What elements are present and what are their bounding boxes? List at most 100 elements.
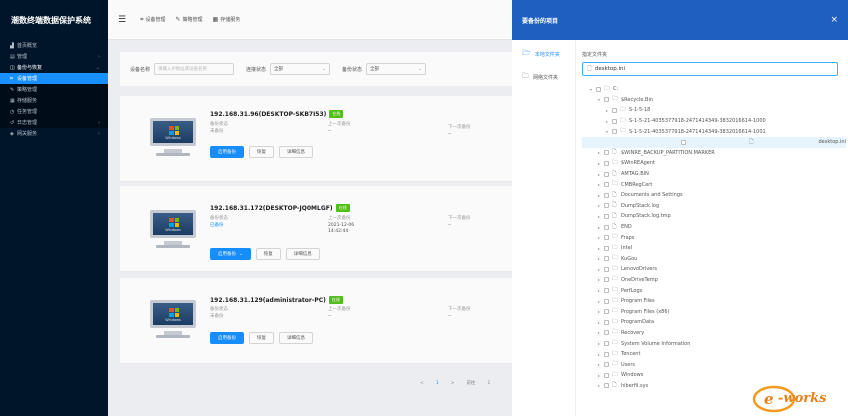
caret-right-icon[interactable]: ▸ — [596, 341, 602, 346]
tree-node[interactable]: ▸ 🗀 $WinREAgent — [582, 158, 846, 169]
tree-node[interactable]: ▸ 🗀 LenovoDrivers — [582, 264, 846, 275]
caret-right-icon[interactable]: ▸ — [596, 225, 602, 230]
tree-node[interactable]: ▸ 🗀 Program Files — [582, 296, 846, 307]
caret-right-icon[interactable]: ▸ — [604, 119, 610, 124]
tree-node[interactable]: ▸ 🗋 END — [582, 222, 846, 233]
tree-checkbox[interactable] — [604, 288, 609, 294]
sidebar-item-manage[interactable]: ▤ 管理 › — [0, 51, 108, 62]
path-input[interactable]: 🗋 desktop.ini — [582, 62, 838, 76]
tree-node[interactable]: ▸ 🗀 Tencent — [582, 349, 846, 360]
caret-right-icon[interactable]: ▸ — [596, 172, 602, 177]
caret-down-icon[interactable]: ▾ — [604, 129, 610, 134]
caret-right-icon[interactable]: ▸ — [596, 320, 602, 325]
sidebar-item-gateway[interactable]: ◈ 网关服务 › — [0, 128, 108, 139]
tree-node[interactable]: ▸ 🗀 Intel — [582, 243, 846, 254]
tree-checkbox[interactable] — [604, 256, 609, 262]
tree-node[interactable]: ▸ 🗀 Fraps — [582, 232, 846, 243]
caret-right-icon[interactable]: ▸ — [604, 108, 610, 113]
file-icon: 🗋 — [612, 191, 617, 198]
tree-node[interactable]: ▾ 🗀 $Recycle.Bin — [582, 95, 846, 106]
caret-right-icon[interactable]: ▸ — [596, 267, 602, 272]
source-network-folder[interactable]: 🗀 网络文件夹 — [512, 71, 575, 84]
caret-right-icon[interactable]: ▸ — [596, 246, 602, 251]
caret-right-icon[interactable]: ▸ — [596, 362, 602, 367]
caret-down-icon[interactable]: ▾ — [588, 87, 594, 92]
tree-checkbox[interactable] — [604, 160, 609, 166]
tree-checkbox[interactable] — [604, 171, 609, 177]
caret-right-icon[interactable]: ▸ — [596, 193, 602, 198]
tree-checkbox[interactable] — [596, 86, 601, 92]
tree-node[interactable]: ▸ 🗋 DumpStack.log.tmp — [582, 211, 846, 222]
tree-node[interactable]: ▸ 🗋 Documents and Settings — [582, 190, 846, 201]
caret-right-icon[interactable]: ▸ — [596, 214, 602, 219]
tree-checkbox[interactable] — [604, 330, 609, 336]
tree-checkbox[interactable] — [604, 245, 609, 251]
tree-checkbox[interactable] — [604, 351, 609, 357]
caret-right-icon[interactable]: ▸ — [596, 256, 602, 261]
tree-node[interactable]: 🗋 desktop.ini — [582, 136, 846, 148]
tree-checkbox[interactable] — [612, 118, 617, 124]
caret-down-icon[interactable]: ▾ — [596, 97, 602, 102]
caret-right-icon[interactable]: ▸ — [596, 373, 602, 378]
tree-checkbox[interactable] — [612, 107, 617, 113]
tree-node[interactable]: ▸ 🗀 KuGou — [582, 254, 846, 265]
tree-node[interactable]: ▸ 🗀 S-1-5-18 — [582, 105, 846, 116]
caret-right-icon[interactable]: ▸ — [596, 150, 602, 155]
caret-right-icon[interactable]: ▸ — [596, 330, 602, 335]
caret-right-icon[interactable]: ▸ — [596, 383, 602, 388]
tree-checkbox[interactable] — [604, 362, 609, 368]
tree-node[interactable]: ▾ 🗀 S-1-5-21-4035377918-2471414349-3832016… — [582, 126, 846, 137]
caret-right-icon[interactable]: ▸ — [596, 299, 602, 304]
caret-right-icon[interactable]: ▸ — [596, 161, 602, 166]
tree-checkbox[interactable] — [604, 203, 609, 209]
tree-node[interactable]: ▸ 🗀 OneDriveTemp — [582, 275, 846, 286]
sidebar-item-log[interactable]: ↺ 日志管理 › — [0, 117, 108, 128]
tree-checkbox[interactable] — [604, 235, 609, 241]
tree-checkbox[interactable] — [604, 192, 609, 198]
tree-checkbox[interactable] — [612, 129, 617, 135]
caret-right-icon[interactable]: ▸ — [596, 309, 602, 314]
tree-checkbox[interactable] — [604, 341, 609, 347]
tree-checkbox[interactable] — [604, 97, 609, 103]
tree-checkbox[interactable] — [604, 309, 609, 315]
drawer-mask[interactable] — [108, 0, 512, 416]
sidebar-item-policy[interactable]: ✎ 策略管理 — [0, 84, 108, 95]
tree-node[interactable]: ▸ 🗀 Windows — [582, 370, 846, 381]
sidebar-item-backup[interactable]: ◫ 备份与恢复 ⌄ — [0, 62, 108, 73]
sidebar-item-storage[interactable]: ▦ 存储服务 — [0, 95, 108, 106]
tree-checkbox[interactable] — [680, 139, 686, 145]
tree-checkbox[interactable] — [604, 298, 609, 304]
caret-right-icon[interactable]: ▸ — [596, 203, 602, 208]
tree-node[interactable]: ▸ 🗀 PerfLogs — [582, 285, 846, 296]
tree-node[interactable]: ▸ 🗋 AMTAG.BIN — [582, 169, 846, 180]
tree-node[interactable]: ▸ 🗋 $WINRE_BACKUP_PARTITION.MARKER — [582, 148, 846, 159]
sidebar-item-overview[interactable]: ▟ 首页概览 — [0, 40, 108, 51]
tree-node[interactable]: ▸ 🗀 System Volume Information — [582, 338, 846, 349]
tree-checkbox[interactable] — [604, 150, 609, 156]
sidebar-item-device[interactable]: ⌗ 设备管理 — [0, 73, 108, 84]
tree-checkbox[interactable] — [604, 372, 609, 378]
caret-right-icon[interactable]: ▸ — [596, 288, 602, 293]
tree-checkbox[interactable] — [604, 277, 609, 283]
caret-right-icon[interactable]: ▸ — [596, 277, 602, 282]
caret-right-icon[interactable]: ▸ — [596, 182, 602, 187]
tree-checkbox[interactable] — [604, 182, 609, 188]
caret-right-icon[interactable]: ▸ — [596, 352, 602, 357]
close-icon[interactable]: × — [830, 15, 838, 25]
source-local-folder[interactable]: 🗁 本地文件夹 — [512, 48, 575, 61]
tree-node[interactable]: ▸ 🗀 Program Files (x86) — [582, 306, 846, 317]
tree-checkbox[interactable] — [604, 266, 609, 272]
sidebar-item-task[interactable]: ◷ 任务管理 — [0, 106, 108, 117]
caret-right-icon[interactable]: ▸ — [596, 235, 602, 240]
tree-node[interactable]: ▸ 🗀 CMBRegCert — [582, 179, 846, 190]
tree-node[interactable]: ▸ 🗀 Recovery — [582, 328, 846, 339]
tree-node[interactable]: ▸ 🗋 DumpStack.log — [582, 201, 846, 212]
tree-checkbox[interactable] — [604, 224, 609, 230]
tree-node[interactable]: ▸ 🗀 S-1-5-21-4035377918-2471414349-3832016… — [582, 116, 846, 127]
tree-node[interactable]: ▾ 🗀 C: — [582, 84, 846, 95]
tree-node[interactable]: ▸ 🗀 Users — [582, 359, 846, 370]
tree-checkbox[interactable] — [604, 319, 609, 325]
tree-checkbox[interactable] — [604, 383, 609, 389]
tree-checkbox[interactable] — [604, 213, 609, 219]
tree-node[interactable]: ▸ 🗀 ProgramData — [582, 317, 846, 328]
